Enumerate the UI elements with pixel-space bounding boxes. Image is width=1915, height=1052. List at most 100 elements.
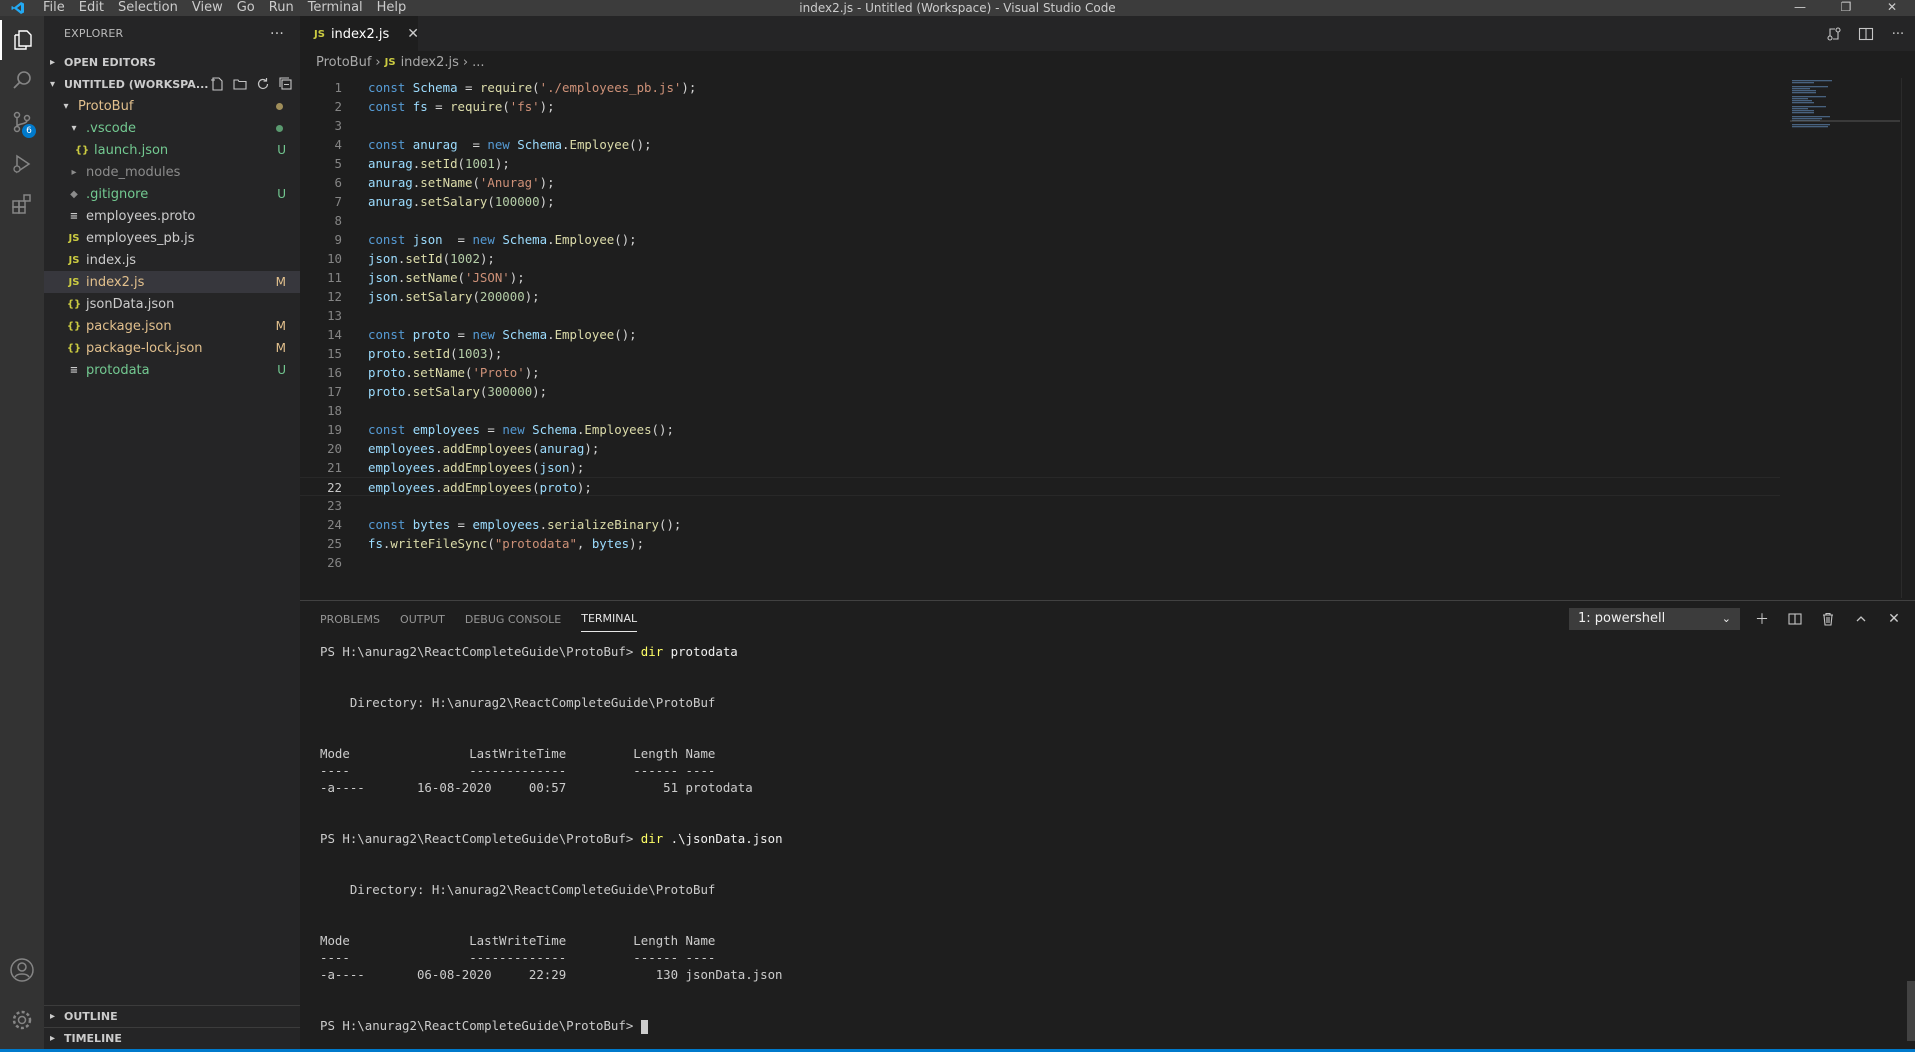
- code-text: const Schema = require('./employees_pb.j…: [368, 80, 697, 95]
- close-tab-icon[interactable]: ✕: [407, 26, 419, 42]
- tree-file-gitignore[interactable]: ◆ .gitignore U: [44, 183, 300, 205]
- code-line[interactable]: 11 json.setName('JSON');: [300, 268, 1780, 287]
- tab-problems[interactable]: PROBLEMS: [320, 607, 380, 632]
- open-changes-icon[interactable]: [1825, 25, 1843, 43]
- code-line[interactable]: 14 const proto = new Schema.Employee();: [300, 325, 1780, 344]
- timeline-section[interactable]: ▸ TIMELINE: [44, 1027, 300, 1049]
- code-line[interactable]: 23: [300, 496, 1780, 515]
- minimap[interactable]: [1790, 78, 1900, 158]
- code-line[interactable]: 3: [300, 116, 1780, 135]
- code-line[interactable]: 24 const bytes = employees.serializeBinar…: [300, 515, 1780, 534]
- close-panel-icon[interactable]: ✕: [1884, 609, 1904, 629]
- tab-output[interactable]: OUTPUT: [400, 607, 445, 632]
- code-line[interactable]: 19 const employees = new Schema.Employees…: [300, 420, 1780, 439]
- tree-folder-node-modules[interactable]: ▸ node_modules: [44, 161, 300, 183]
- terminal-scrollbar[interactable]: [1907, 981, 1915, 1041]
- open-editors-section[interactable]: ▸ OPEN EDITORS: [44, 51, 300, 73]
- code-text: const json = new Schema.Employee();: [368, 232, 637, 247]
- tab-index2-js[interactable]: JS index2.js ✕: [300, 16, 419, 51]
- tree-file-employees-proto[interactable]: ≡ employees.proto: [44, 205, 300, 227]
- breadcrumb-symbols[interactable]: ...: [472, 55, 484, 70]
- panel-actions: ＋ ✕: [1752, 609, 1904, 629]
- code-line[interactable]: 25 fs.writeFileSync("protodata", bytes);: [300, 534, 1780, 553]
- run-debug-icon[interactable]: [0, 144, 44, 184]
- line-number: 3: [334, 118, 342, 133]
- new-folder-icon[interactable]: [231, 76, 248, 93]
- extensions-icon[interactable]: [0, 184, 44, 224]
- code-line[interactable]: 26: [300, 553, 1780, 572]
- code-line[interactable]: 2 const fs = require('fs');: [300, 97, 1780, 116]
- minimize-icon[interactable]: —: [1777, 0, 1823, 16]
- restore-icon[interactable]: ❐: [1823, 0, 1869, 16]
- source-control-icon[interactable]: 6: [0, 102, 44, 142]
- code-line[interactable]: 6 anurag.setName('Anurag');: [300, 173, 1780, 192]
- terminal-select[interactable]: 1: powershell ⌄: [1569, 608, 1740, 630]
- search-icon[interactable]: [0, 60, 44, 100]
- refresh-icon[interactable]: [254, 76, 271, 93]
- menu-terminal[interactable]: Terminal: [301, 0, 370, 16]
- code-line[interactable]: 18: [300, 401, 1780, 420]
- tree-file-index-js[interactable]: JS index.js: [44, 249, 300, 271]
- new-terminal-icon[interactable]: ＋: [1752, 609, 1772, 629]
- code-line[interactable]: 4 const anurag = new Schema.Employee();: [300, 135, 1780, 154]
- breadcrumb-file[interactable]: index2.js: [401, 55, 459, 70]
- more-actions-icon[interactable]: ···: [1889, 25, 1907, 43]
- tree-file-employees-pb-js[interactable]: JS employees_pb.js: [44, 227, 300, 249]
- menu-help[interactable]: Help: [370, 0, 414, 16]
- collapse-all-icon[interactable]: [277, 76, 294, 93]
- code-line[interactable]: 21 employees.addEmployees(json);: [300, 458, 1780, 477]
- code-line[interactable]: 16 proto.setName('Proto');: [300, 363, 1780, 382]
- tree-file-package-lock-json[interactable]: {} package-lock.json M: [44, 337, 300, 359]
- menu-file[interactable]: File: [36, 0, 72, 16]
- menu-view[interactable]: View: [185, 0, 230, 16]
- explorer-sidebar: EXPLORER ··· ▸ OPEN EDITORS ▾ UNTITLED (…: [44, 16, 300, 1049]
- code-line[interactable]: 8: [300, 211, 1780, 230]
- tree-file-package-json[interactable]: {} package.json M: [44, 315, 300, 337]
- code-line[interactable]: 12 json.setSalary(200000);: [300, 287, 1780, 306]
- code-line[interactable]: 22 employees.addEmployees(proto);: [300, 477, 1780, 496]
- code-line[interactable]: 17 proto.setSalary(300000);: [300, 382, 1780, 401]
- tree-file-protodata[interactable]: ≡ protodata U: [44, 359, 300, 381]
- close-window-icon[interactable]: ✕: [1869, 0, 1915, 16]
- more-actions-icon[interactable]: ···: [270, 26, 284, 42]
- line-number: 8: [334, 213, 342, 228]
- tab-terminal[interactable]: TERMINAL: [581, 606, 638, 632]
- chevron-down-icon: ▾: [50, 78, 56, 90]
- outline-section[interactable]: ▸ OUTLINE: [44, 1005, 300, 1027]
- tree-file-jsondata-json[interactable]: {} jsonData.json: [44, 293, 300, 315]
- code-line[interactable]: 13: [300, 306, 1780, 325]
- code-line[interactable]: 10 json.setId(1002);: [300, 249, 1780, 268]
- code-line[interactable]: 1 const Schema = require('./employees_pb.…: [300, 78, 1780, 97]
- code-line[interactable]: 15 proto.setId(1003);: [300, 344, 1780, 363]
- code-line[interactable]: 9 const json = new Schema.Employee();: [300, 230, 1780, 249]
- menu-selection[interactable]: Selection: [111, 0, 185, 16]
- menu-run[interactable]: Run: [262, 0, 301, 16]
- menu-go[interactable]: Go: [230, 0, 262, 16]
- tree-folder-vscode[interactable]: ▾ .vscode: [44, 117, 300, 139]
- tree-file-launch-json[interactable]: {} launch.json U: [44, 139, 300, 161]
- terminal-text: -a---- 06-08-2020 22:29 130 jsonData.jso…: [320, 967, 783, 982]
- tree-file-index2-js[interactable]: JS index2.js M: [44, 271, 300, 293]
- menu-edit[interactable]: Edit: [72, 0, 111, 16]
- tree-folder-protobuf[interactable]: ▾ ProtoBuf: [44, 95, 300, 117]
- untracked-dot-icon: [276, 124, 283, 132]
- code-area[interactable]: 1 const Schema = require('./employees_pb.…: [300, 78, 1780, 572]
- explorer-icon[interactable]: [0, 20, 44, 60]
- trash-icon[interactable]: [1818, 609, 1838, 629]
- activity-bar: 6: [0, 16, 44, 1049]
- settings-gear-icon[interactable]: [0, 1000, 44, 1040]
- new-file-icon[interactable]: [208, 76, 225, 93]
- tab-debug-console[interactable]: DEBUG CONSOLE: [465, 607, 561, 632]
- account-icon[interactable]: [0, 950, 44, 990]
- editor-scrollbar[interactable]: [1901, 78, 1915, 598]
- code-line[interactable]: 5 anurag.setId(1001);: [300, 154, 1780, 173]
- code-line[interactable]: 7 anurag.setSalary(100000);: [300, 192, 1780, 211]
- split-editor-icon[interactable]: [1857, 25, 1875, 43]
- breadcrumb-folder[interactable]: ProtoBuf: [316, 55, 371, 70]
- terminal-output[interactable]: PS H:\anurag2\ReactCompleteGuide\ProtoBu…: [320, 643, 1880, 1034]
- code-text: proto.setSalary(300000);: [368, 384, 548, 399]
- workspace-section[interactable]: ▾ UNTITLED (WORKSPA...: [44, 73, 300, 95]
- code-line[interactable]: 20 employees.addEmployees(anurag);: [300, 439, 1780, 458]
- split-terminal-icon[interactable]: [1785, 609, 1805, 629]
- maximize-panel-icon[interactable]: [1851, 609, 1871, 629]
